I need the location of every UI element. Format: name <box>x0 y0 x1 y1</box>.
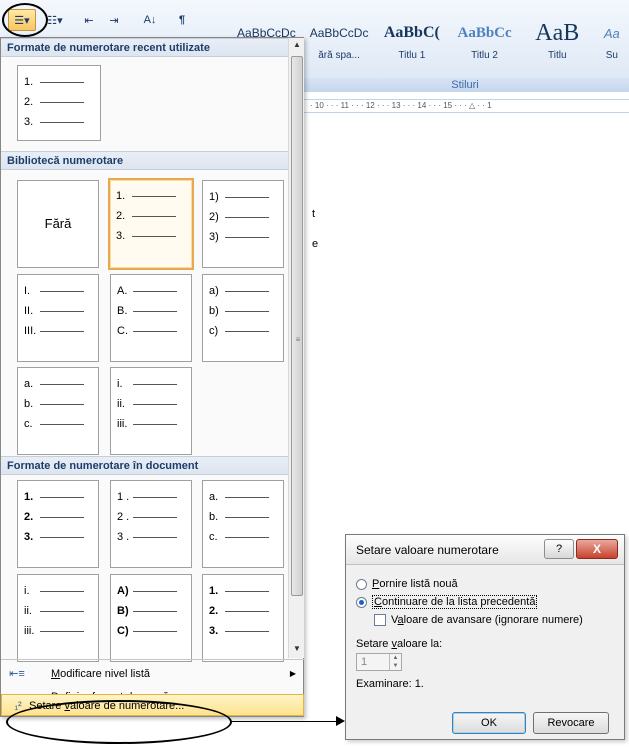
radio-selected-icon[interactable] <box>356 596 367 608</box>
list-level-icon: ⇤≡ <box>9 668 25 680</box>
show-formatting-button[interactable]: ¶ <box>170 9 194 31</box>
style-label: Titlu 1 <box>398 50 426 61</box>
sort-button[interactable]: A↓ <box>138 9 162 31</box>
ok-button[interactable]: OK <box>452 712 526 734</box>
highlight-ellipse <box>6 700 232 744</box>
numbering-tile-lower-roman[interactable]: i. ii. iii. <box>110 367 192 455</box>
numbering-tile-1dot[interactable]: 1. 2. 3. <box>108 178 194 270</box>
doc-tile-bold-numbers-2[interactable]: 1. 2. 3. <box>202 574 284 662</box>
divider <box>1 659 304 660</box>
advance-value-option[interactable]: Valoare de avansare (ignorare numere) <box>356 611 616 629</box>
style-subtitle[interactable]: Aa Su <box>594 4 629 69</box>
style-label: Titlu 2 <box>471 50 498 61</box>
numbering-dropdown: Formate de numerotare recent utilizate 1… <box>0 37 304 717</box>
document-formats-header: Formate de numerotare în document <box>1 456 288 475</box>
doc-text-fragment: e <box>312 238 319 250</box>
numbering-tile-roman[interactable]: I. II. III. <box>17 274 99 362</box>
doc-tile-upper-alpha-paren[interactable]: A) B) C) <box>110 574 192 662</box>
spinner-arrows-icon[interactable]: ▲ ▼ <box>389 654 401 670</box>
style-preview: AaB <box>535 19 580 46</box>
cancel-button[interactable]: Revocare <box>533 712 609 734</box>
annotation-arrow <box>232 721 340 722</box>
numbering-none-tile[interactable]: Fără <box>17 180 99 268</box>
numbering-tile-upper-alpha[interactable]: A. B. C. <box>110 274 192 362</box>
close-button[interactable]: X <box>576 539 618 559</box>
decrease-indent-icon: ⇤ <box>84 14 94 27</box>
highlight-circle <box>2 3 48 37</box>
arrowhead-icon <box>336 716 345 726</box>
doc-text-fragment: t <box>312 208 316 220</box>
numbering-tile-lower-alpha-paren[interactable]: a) b) c) <box>202 274 284 362</box>
style-preview: Aa <box>603 25 620 41</box>
library-header: Bibliotecă numerotare <box>1 151 288 170</box>
scroll-down-icon[interactable]: ▼ <box>289 642 305 656</box>
style-preview: AaBbCc <box>457 24 512 41</box>
style-preview: AaBbC( <box>383 24 440 41</box>
checkbox[interactable] <box>374 614 386 626</box>
increase-indent-button[interactable]: ⇥ <box>103 9 125 31</box>
submenu-arrow-icon: ▶ <box>289 669 296 678</box>
menu-scrollbar[interactable]: ▲ ≡ ▼ <box>288 38 304 658</box>
doc-tile-lower-alpha[interactable]: a. b. c. <box>202 480 284 568</box>
value-spinner[interactable]: 1 ▲ ▼ <box>356 653 402 671</box>
grip-icon: ≡ <box>295 335 301 344</box>
radio-icon[interactable] <box>356 578 367 590</box>
word-window: { "ribbon": { "styles_gallery_label": "S… <box>0 0 629 747</box>
show-formatting-icon: ¶ <box>178 14 186 26</box>
doc-tile-lower-roman[interactable]: i. ii. iii. <box>17 574 99 662</box>
style-label: Su <box>605 50 618 61</box>
numbering-tile-1paren[interactable]: 1) 2) 3) <box>202 180 284 268</box>
style-heading1[interactable]: AaBbC( Titlu 1 <box>375 4 448 69</box>
style-label: ără spa... <box>318 50 360 61</box>
style-title[interactable]: AaB Titlu <box>521 4 594 69</box>
styles-group-label: Stiluri <box>300 78 629 92</box>
continue-list-option[interactable]: Continuare de la lista precedentă <box>356 593 616 611</box>
none-label: Fără <box>44 216 72 231</box>
change-list-level-item[interactable]: ⇤≡ Modificare nivel listă ▶ <box>1 663 304 685</box>
recent-formats-header: Formate de numerotare recent utilizate <box>1 38 288 57</box>
doc-tile-spaced-numbers[interactable]: 1 . 2 . 3 . <box>110 480 192 568</box>
set-value-label: Setare valoare la: <box>356 638 443 650</box>
multilevel-list-icon: ☷▾ <box>47 14 63 27</box>
increase-indent-icon: ⇥ <box>109 14 119 27</box>
preview-text: Examinare: 1. <box>356 678 424 690</box>
dialog-body: Pornire listă nouă Continuare de la list… <box>356 575 616 693</box>
horizontal-ruler[interactable]: · 10 · · · 11 · · · 12 · · · 13 · · · 14… <box>300 99 629 113</box>
set-numbering-value-dialog: Setare valoare numerotare ? X Pornire li… <box>345 534 625 740</box>
style-preview: AaBbCcDc <box>309 26 369 40</box>
decrease-indent-button[interactable]: ⇤ <box>78 9 100 31</box>
doc-tile-bold-numbers[interactable]: 1. 2. 3. <box>17 480 99 568</box>
style-no-spacing[interactable]: AaBbCcDc ără spa... <box>303 4 376 69</box>
recent-format-tile[interactable]: 1. 2. 3. <box>17 65 101 141</box>
style-heading2[interactable]: AaBbCc Titlu 2 <box>448 4 521 69</box>
scroll-thumb[interactable]: ≡ <box>291 56 303 596</box>
style-label: Titlu <box>548 50 567 61</box>
new-list-option[interactable]: Pornire listă nouă <box>356 575 616 593</box>
sort-icon: A↓ <box>143 14 157 26</box>
value-field[interactable]: 1 <box>361 656 367 668</box>
numbering-tile-lower-alpha[interactable]: a. b. c. <box>17 367 99 455</box>
scroll-up-icon[interactable]: ▲ <box>289 38 305 52</box>
help-button[interactable]: ? <box>544 539 574 559</box>
